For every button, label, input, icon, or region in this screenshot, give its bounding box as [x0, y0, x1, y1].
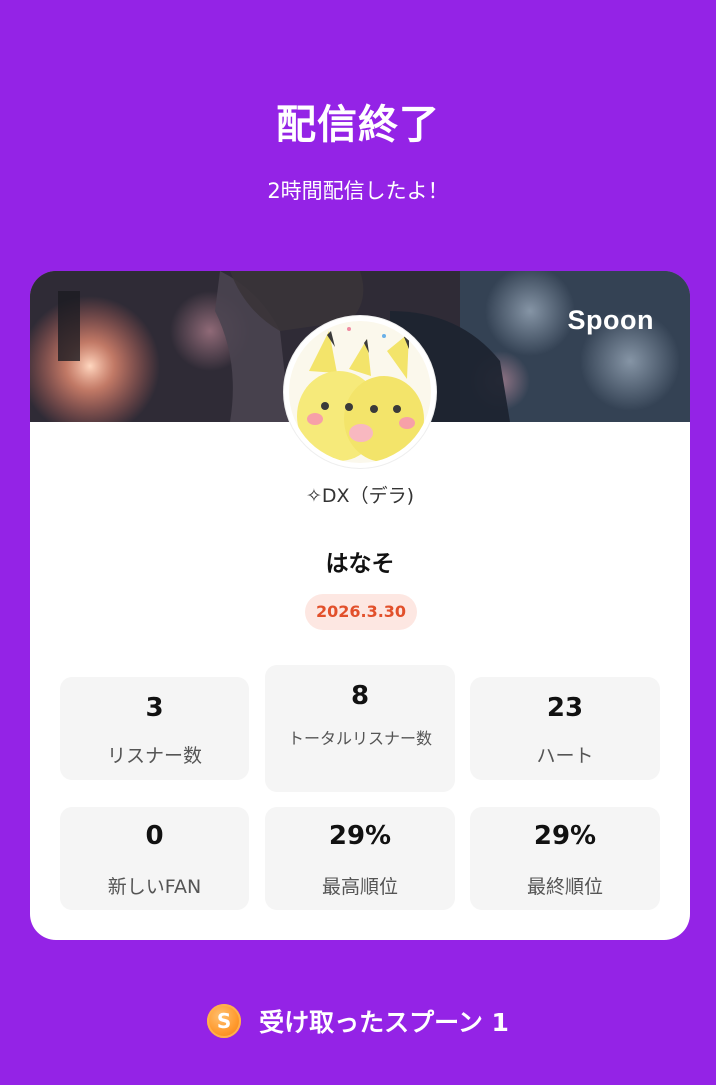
stat-new-fans: 0 新しいFAN: [60, 807, 249, 910]
stat-value: 0: [145, 821, 164, 851]
stat-label: リスナー数: [106, 745, 202, 767]
stat-label: ハート: [536, 745, 594, 767]
live-title: はなそ: [325, 551, 395, 577]
spoon-logo: Spoon: [567, 305, 654, 335]
stat-value: 23: [546, 693, 584, 723]
stat-final-rank: 29% 最終順位: [470, 807, 660, 910]
stat-label: 最終順位: [526, 876, 603, 898]
spoon-received-footer: S 受け取ったスプーン 1: [0, 1003, 716, 1043]
stat-value: 29%: [328, 821, 392, 851]
page-title: 配信終了: [276, 102, 440, 148]
spoon-coin-icon: S: [207, 1004, 242, 1038]
stat-label: 新しいFAN: [107, 876, 202, 898]
stat-hearts: 23 ハート: [470, 677, 660, 780]
stat-label: トータルリスナー数: [287, 729, 432, 748]
stat-value: 8: [350, 681, 370, 711]
date-badge: 2026.3.30: [305, 594, 417, 630]
channel-name: ✧DX（デラ): [306, 485, 414, 507]
avatar: [284, 316, 436, 468]
page-subtitle: 2時間配信したよ！: [267, 179, 449, 203]
stat-value: 29%: [533, 821, 597, 851]
stat-label: 最高順位: [321, 876, 398, 898]
stat-listeners: 3 リスナー数: [60, 677, 249, 780]
stat-total-listeners: 8 トータルリスナー数: [265, 665, 455, 792]
spoon-received-text: 受け取ったスプーン 1: [259, 1008, 509, 1037]
live-summary-card: Spoon ✧DX（デラ) はなそ 2026.3.30 3 リスナー数 8 トー…: [30, 271, 690, 940]
stat-value: 3: [145, 693, 164, 723]
stat-highest-rank: 29% 最高順位: [265, 807, 455, 910]
